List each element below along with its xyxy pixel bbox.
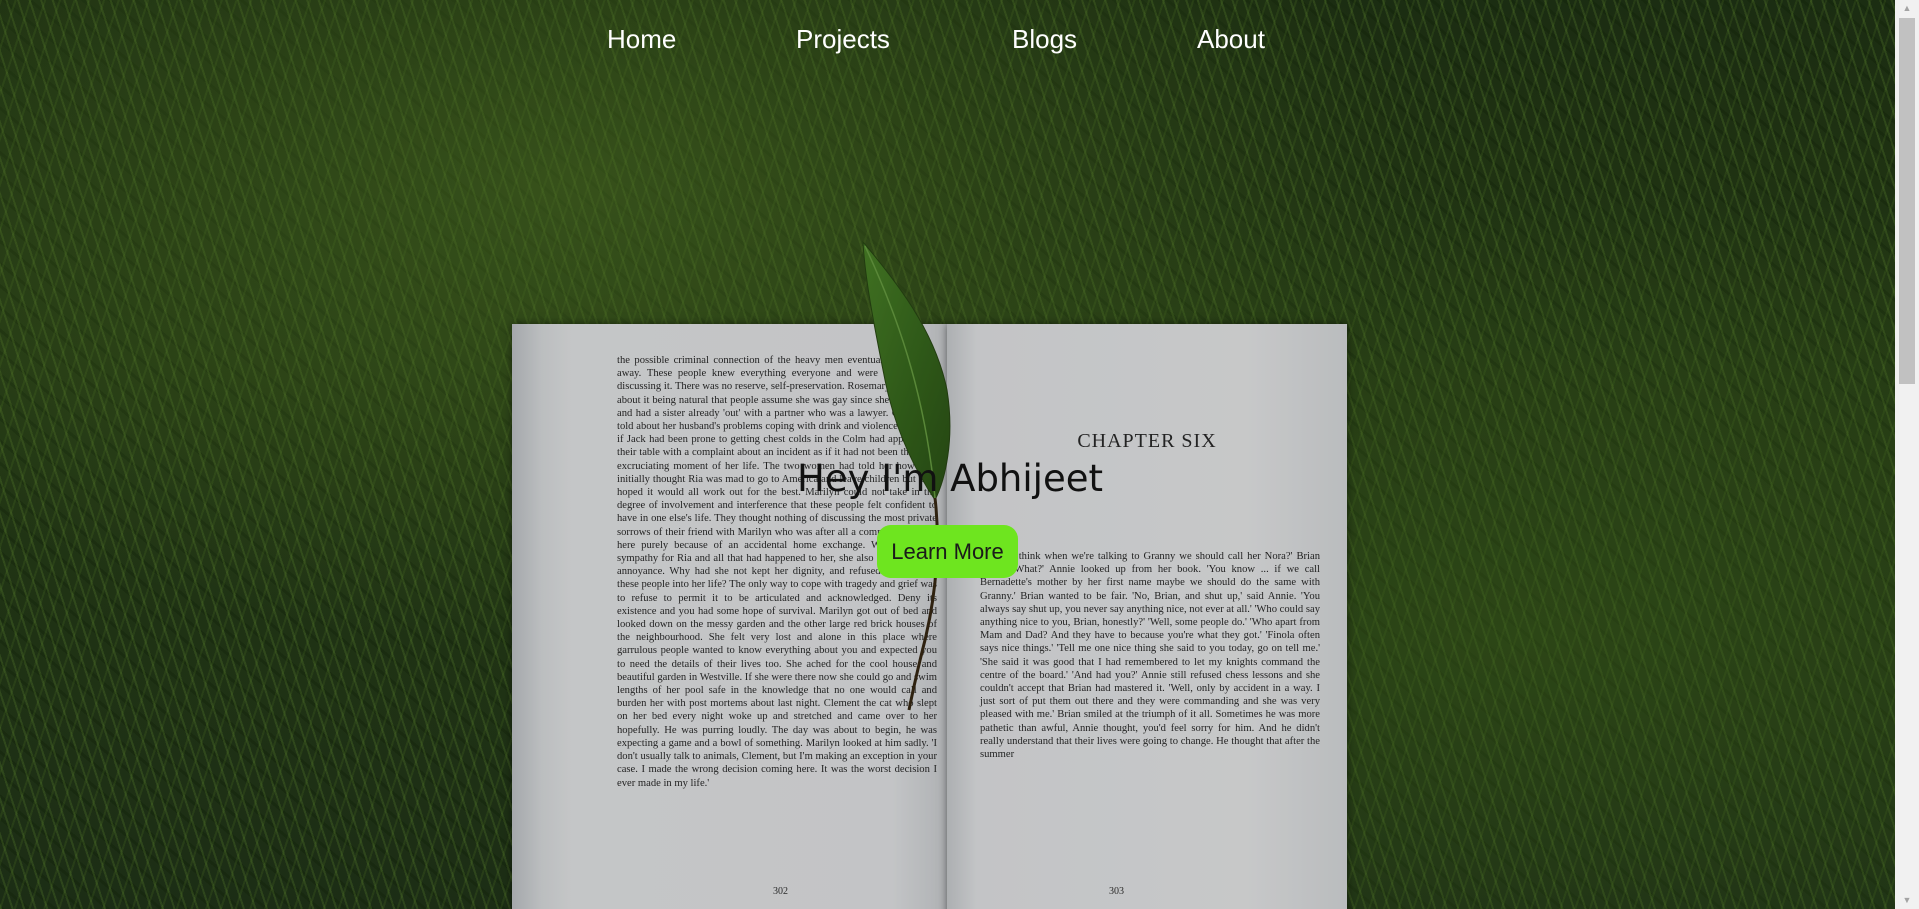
nav-link-projects[interactable]: Projects (796, 24, 890, 55)
scroll-down-arrow-icon[interactable]: ▼ (1895, 892, 1919, 909)
hero-background-image: the possible criminal connection of the … (0, 0, 1895, 909)
vertical-scrollbar[interactable]: ▲ ▼ (1895, 0, 1919, 909)
chapter-heading: CHAPTER SIX (1077, 430, 1217, 452)
left-page-number: 302 (773, 886, 788, 897)
page-viewport: the possible criminal connection of the … (0, 0, 1919, 909)
right-page-text: 'Do you think when we're talking to Gran… (980, 551, 1320, 761)
nav-link-home[interactable]: Home (607, 24, 676, 55)
scroll-up-arrow-icon[interactable]: ▲ (1895, 0, 1919, 17)
nav-link-blogs[interactable]: Blogs (1012, 24, 1077, 55)
hero-title: Hey I'm Abhijeet (797, 457, 1103, 500)
nav-link-about[interactable]: About (1197, 24, 1265, 55)
book-right-page: CHAPTER SIX 'Do you think when we're tal… (947, 324, 1347, 909)
right-page-number: 303 (1109, 886, 1124, 897)
book-left-page: the possible criminal connection of the … (512, 324, 947, 909)
open-book-photo: the possible criminal connection of the … (512, 324, 1347, 909)
top-navbar: Home Projects Blogs About (0, 0, 1895, 84)
scrollbar-thumb[interactable] (1899, 18, 1915, 384)
learn-more-button[interactable]: Learn More (877, 525, 1018, 578)
